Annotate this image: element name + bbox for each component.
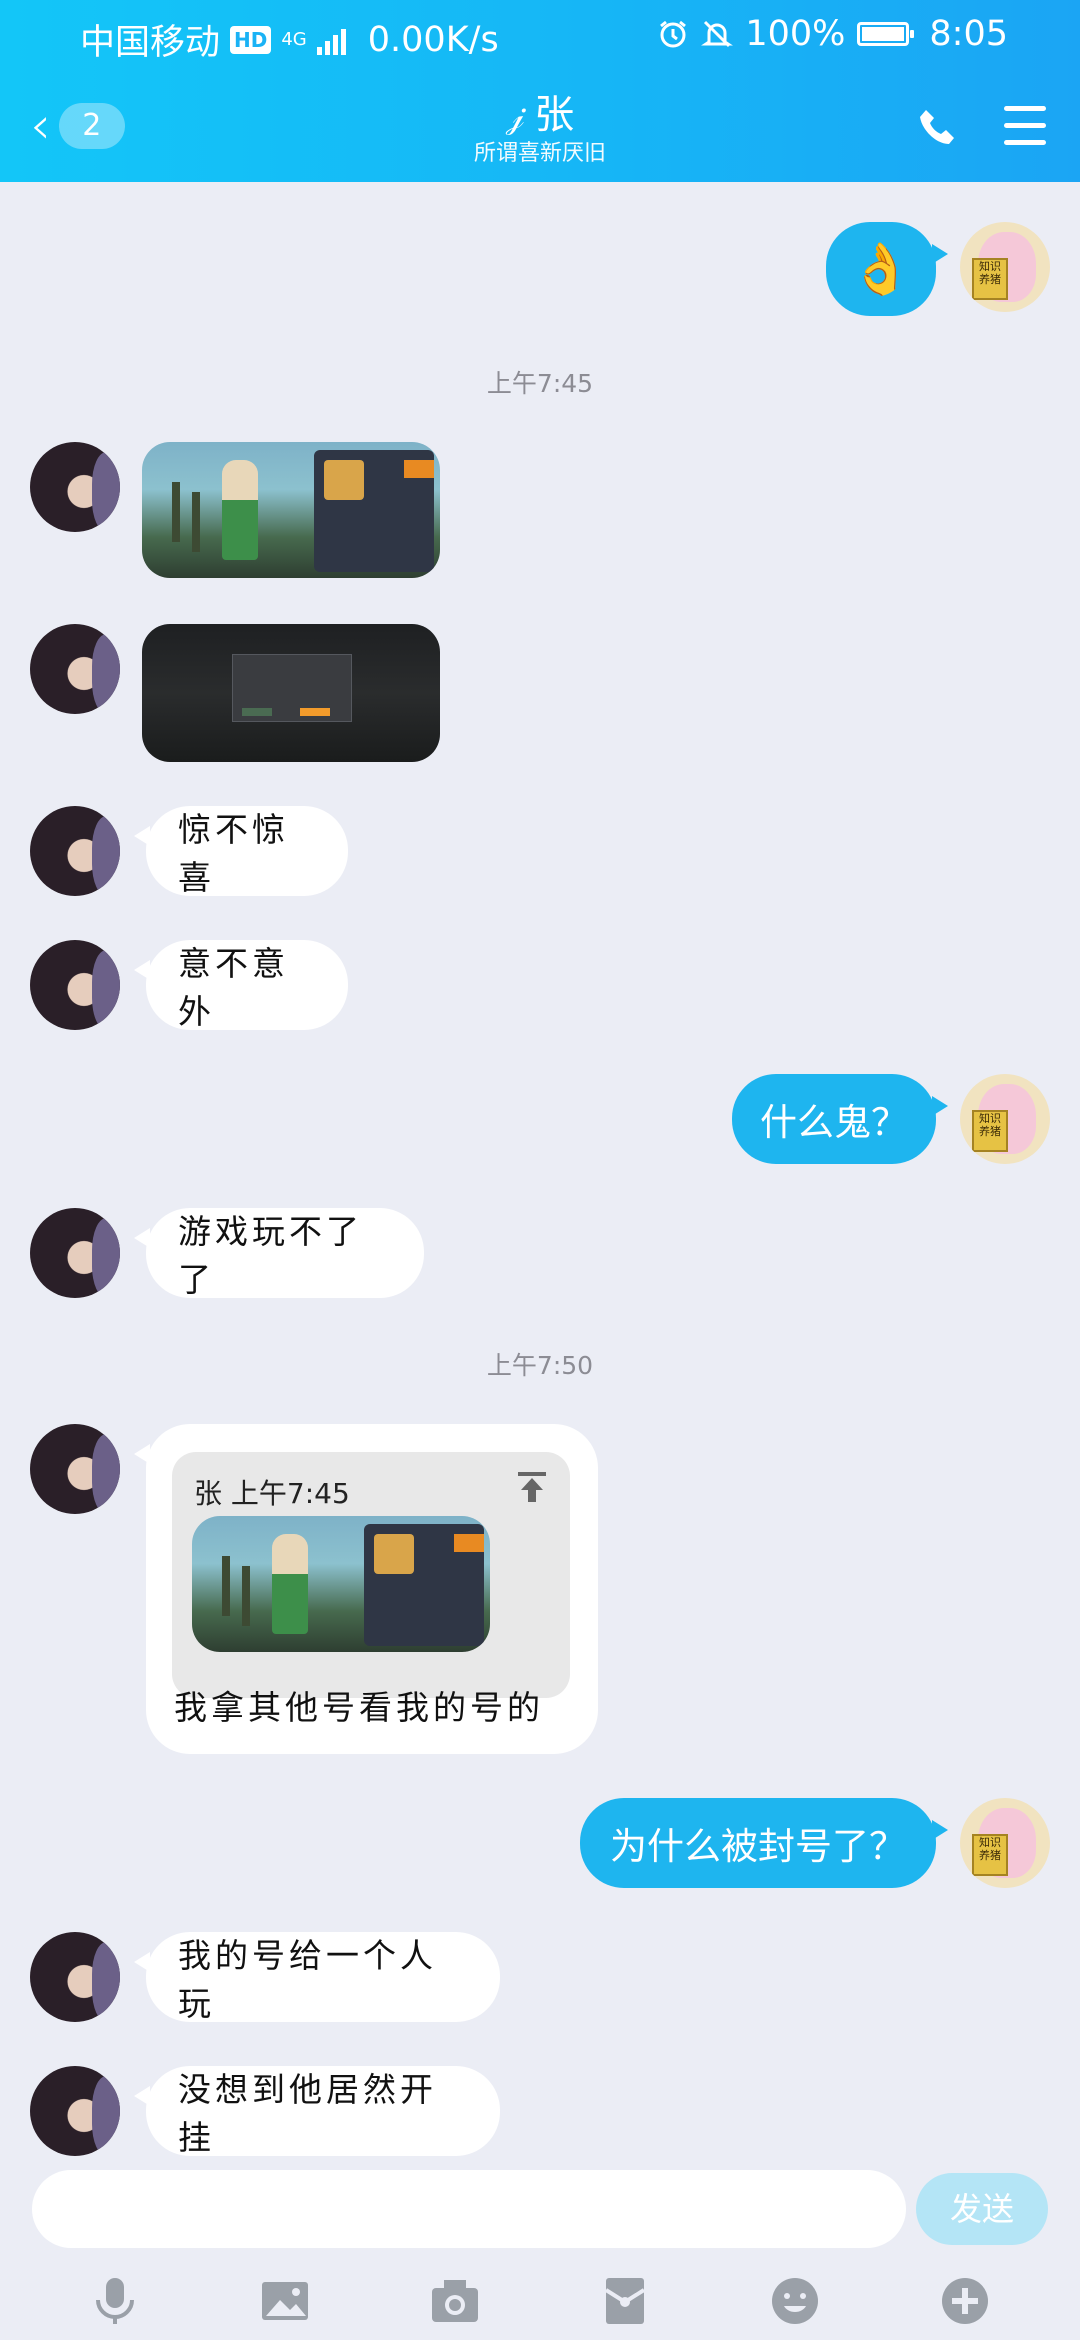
- message-text: 惊不惊喜: [178, 810, 289, 897]
- my-avatar[interactable]: 知识养猪: [960, 222, 1050, 312]
- emoji-icon[interactable]: [768, 2274, 822, 2328]
- phone-icon[interactable]: [916, 106, 960, 150]
- carrier-label: 中国移动: [80, 23, 221, 63]
- timestamp: 上午7:45: [486, 369, 594, 398]
- microphone-icon[interactable]: [88, 2274, 142, 2328]
- avatar-book-text: 知识养猪: [972, 1834, 1008, 1876]
- message-text: 意不意外: [178, 944, 289, 1031]
- my-avatar[interactable]: 知识养猪: [960, 1798, 1050, 1888]
- send-button[interactable]: 发送: [916, 2173, 1048, 2245]
- contact-avatar[interactable]: [30, 1932, 120, 2022]
- signal-icon: [316, 25, 346, 55]
- message-text: 为什么被封号了？: [610, 1825, 906, 1868]
- my-avatar[interactable]: 知识养猪: [960, 1074, 1050, 1164]
- incoming-message[interactable]: 游戏玩不了了: [134, 1208, 424, 1299]
- outgoing-message[interactable]: 为什么被封号了？: [580, 1798, 948, 1888]
- clock: 8:05: [929, 14, 1008, 54]
- hd-badge: HD: [230, 25, 272, 54]
- incoming-message[interactable]: 惊不惊喜: [134, 806, 348, 897]
- incoming-message[interactable]: 我的号给一个人玩: [134, 1932, 500, 2023]
- message-input[interactable]: [32, 2170, 906, 2248]
- incoming-message[interactable]: 没想到他居然开挂: [134, 2066, 500, 2157]
- battery-icon: [857, 22, 915, 46]
- message-text: 我拿其他号看我的号的: [174, 1688, 544, 1727]
- plus-icon[interactable]: [938, 2274, 992, 2328]
- composer: 发送: [0, 2155, 1080, 2340]
- nav-bar: ‹ 2 𝒿张 所谓喜新厌旧: [0, 72, 1080, 182]
- message-text: 游戏玩不了了: [178, 1212, 363, 1299]
- contact-avatar[interactable]: [30, 1424, 120, 1514]
- status-bar: 中国移动 HD 4G 0.00K/s 100% 8:05: [0, 0, 1080, 72]
- outgoing-message[interactable]: 什么鬼？: [732, 1074, 948, 1164]
- contact-avatar[interactable]: [30, 624, 120, 714]
- contact-avatar[interactable]: [30, 940, 120, 1030]
- image-message-ban-notice[interactable]: [142, 624, 440, 762]
- message-text: 没想到他居然开挂: [178, 2070, 437, 2157]
- outgoing-message[interactable]: 👌: [826, 222, 948, 316]
- contact-avatar[interactable]: [30, 2066, 120, 2156]
- message-text: 我的号给一个人玩: [178, 1936, 437, 2023]
- contact-avatar[interactable]: [30, 442, 120, 532]
- message-text: 什么鬼？: [760, 1101, 908, 1144]
- contact-avatar[interactable]: [30, 1208, 120, 1298]
- chat-header: 中国移动 HD 4G 0.00K/s 100% 8:05 ‹ 2 𝒿张 所谓喜新…: [0, 0, 1080, 182]
- network-type-label: 4G: [281, 28, 307, 50]
- jump-to-top-icon[interactable]: [516, 1470, 548, 1504]
- quoted-header: 张 上午7:45: [194, 1477, 350, 1510]
- ok-hand-emoji: 👌: [849, 239, 913, 298]
- quoted-image: [192, 1516, 490, 1652]
- image-message-game-screenshot[interactable]: [142, 442, 440, 578]
- timestamp: 上午7:50: [486, 1351, 594, 1380]
- ear-icon: 𝒿: [505, 97, 525, 137]
- incoming-quote-message[interactable]: 张 上午7:45 我拿其他号看我的号的: [134, 1424, 598, 1754]
- contact-avatar[interactable]: [30, 806, 120, 896]
- alarm-icon: [660, 20, 687, 48]
- battery-percent: 100%: [745, 14, 846, 54]
- avatar-book-text: 知识养猪: [972, 258, 1008, 300]
- mute-bell-icon: [701, 20, 734, 48]
- quoted-message[interactable]: 张 上午7:45: [172, 1452, 570, 1698]
- contact-name: 张: [534, 92, 575, 138]
- incoming-message[interactable]: 意不意外: [134, 940, 348, 1031]
- network-speed: 0.00K/s: [367, 19, 499, 60]
- camera-icon[interactable]: [428, 2274, 482, 2328]
- avatar-book-text: 知识养猪: [972, 1110, 1008, 1152]
- composer-toolbar: [0, 2271, 1080, 2331]
- red-packet-icon[interactable]: [598, 2274, 652, 2328]
- image-icon[interactable]: [258, 2274, 312, 2328]
- menu-icon[interactable]: [1004, 106, 1046, 146]
